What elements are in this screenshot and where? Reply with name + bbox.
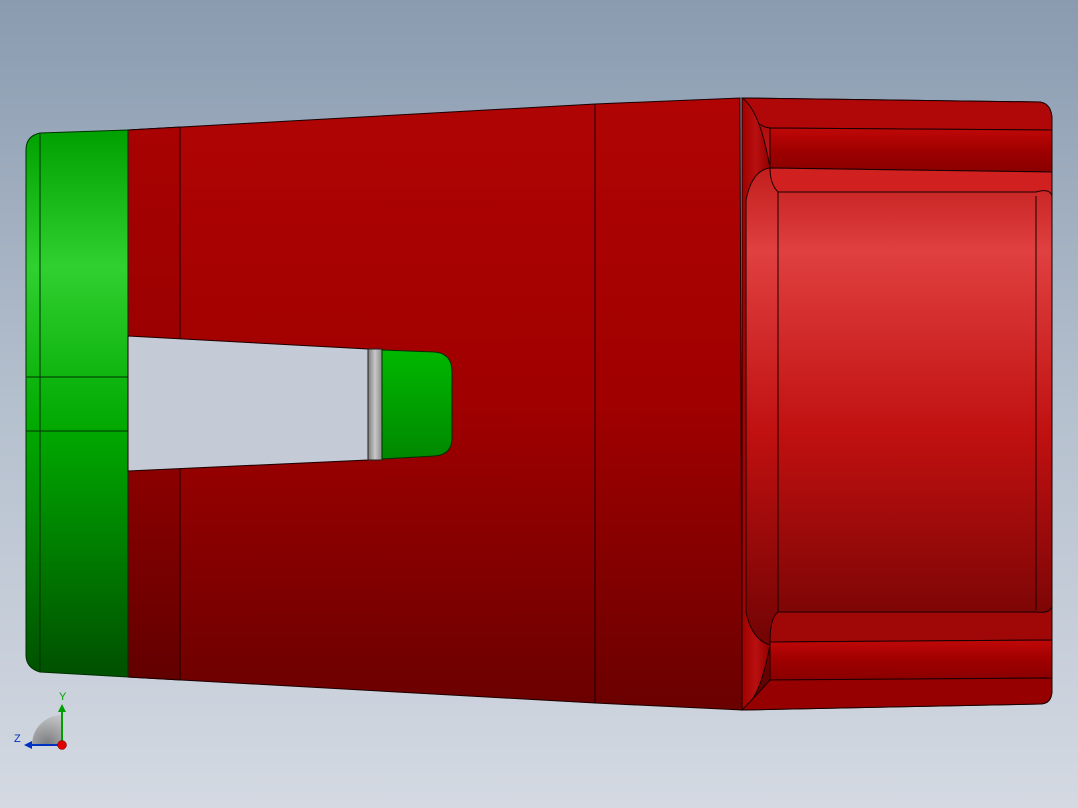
coordinate-triad[interactable]: Y Z <box>14 691 67 750</box>
triad-z-label: Z <box>14 733 21 745</box>
green-end-face[interactable] <box>25 129 129 678</box>
triad-z-arrow-icon <box>24 741 32 749</box>
model-view[interactable]: Y Z <box>0 0 1078 808</box>
red-lower-band[interactable] <box>769 639 1053 681</box>
triad-x-dot-icon <box>57 740 67 750</box>
red-upper-rim[interactable] <box>741 97 1053 131</box>
triad-y-label: Y <box>59 691 67 703</box>
slot-opening[interactable] <box>127 335 369 472</box>
graphics-viewport[interactable]: Y Z <box>0 0 1078 808</box>
red-upper-band[interactable] <box>769 127 1053 173</box>
red-upper-fillet[interactable] <box>769 167 1053 197</box>
slot-inner-wall[interactable] <box>367 348 383 461</box>
triad-arc-icon <box>32 715 62 745</box>
green-slot-tab[interactable] <box>381 349 453 460</box>
triad-y-arrow-icon <box>58 704 66 712</box>
red-lower-rim[interactable] <box>740 677 1053 711</box>
